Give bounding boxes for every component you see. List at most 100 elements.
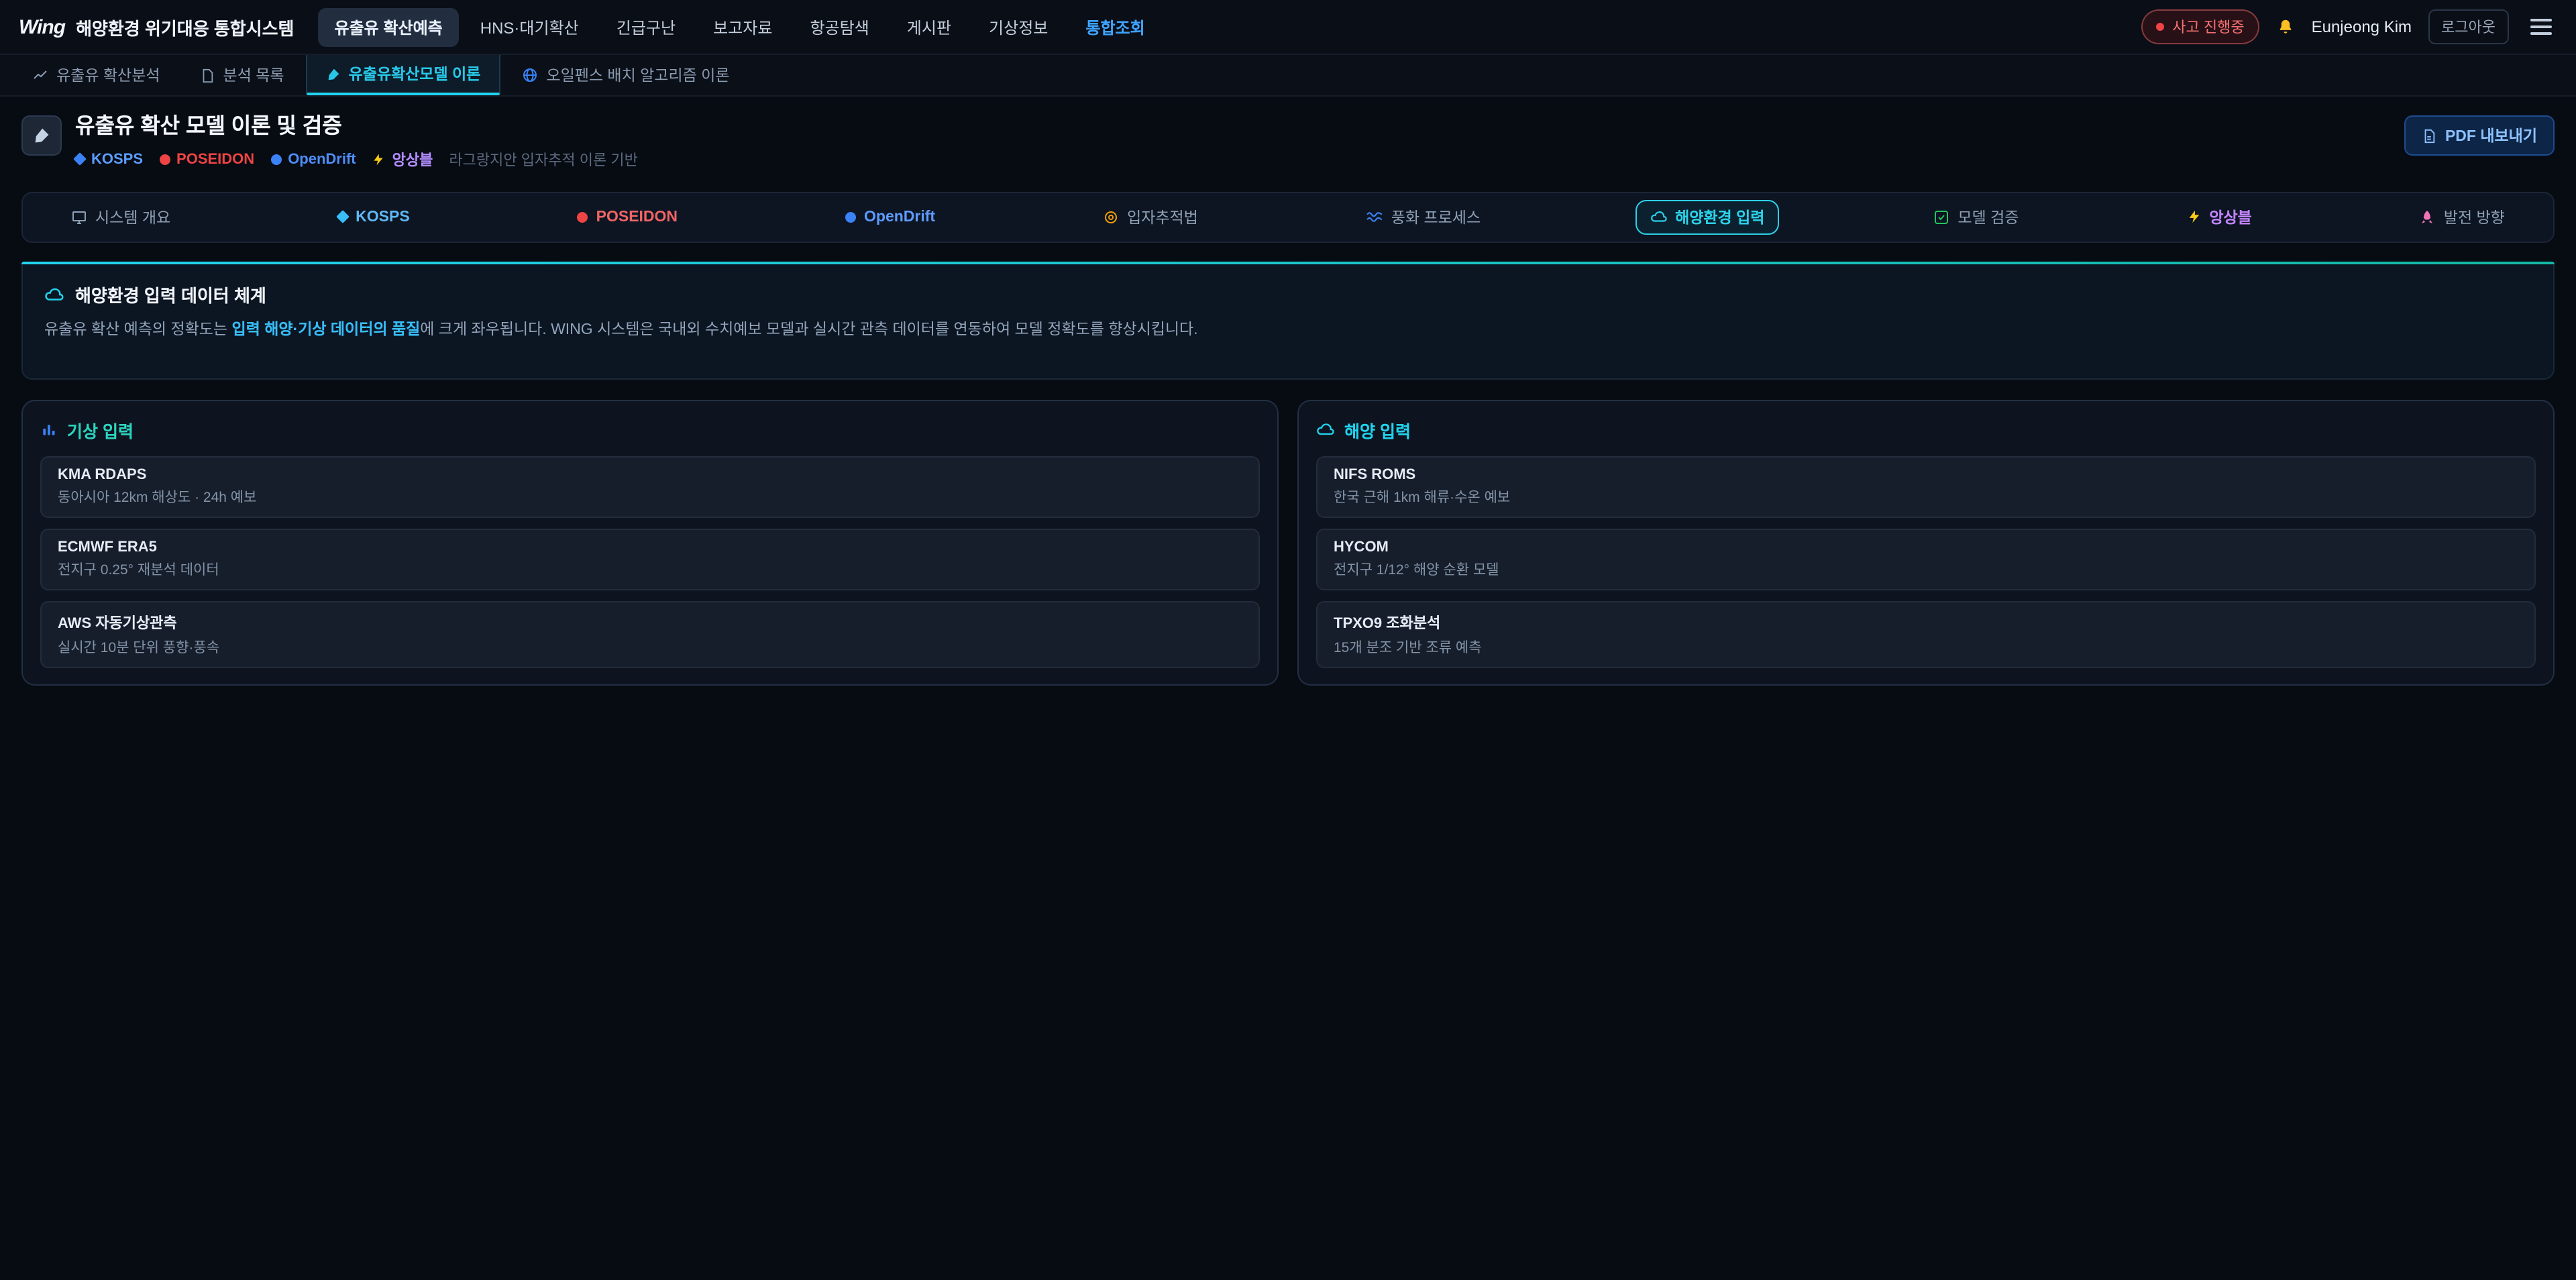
tab-model-validation[interactable]: 모델 검증 bbox=[1920, 201, 2032, 233]
data-source-desc: 전지구 1/12° 해양 순환 모델 bbox=[1334, 559, 2518, 580]
rocket-icon bbox=[2420, 209, 2436, 225]
data-source-name: KMA RDAPS bbox=[58, 467, 1242, 483]
weather-input-card: 기상 입력 KMA RDAPS 동아시아 12km 해상도 · 24h 예보 E… bbox=[21, 400, 1279, 686]
tab-future-direction[interactable]: 발전 방향 bbox=[2406, 201, 2518, 233]
subtab-bar: 유출유 확산분석 분석 목록 유출유확산모델 이론 오일펜스 배치 알고리즘 이… bbox=[0, 55, 2576, 97]
globe-icon bbox=[522, 67, 538, 83]
subtab-oil-fence-algorithm[interactable]: 오일펜스 배치 알고리즘 이론 bbox=[503, 55, 748, 95]
tab-ensemble[interactable]: 앙상블 bbox=[2173, 201, 2265, 233]
badge-label: KOSPS bbox=[91, 151, 143, 167]
tab-system-overview[interactable]: 시스템 개요 bbox=[58, 201, 184, 233]
target-icon bbox=[1103, 209, 1119, 225]
pdf-document-icon bbox=[2422, 128, 2437, 143]
data-source-name: ECMWF ERA5 bbox=[58, 539, 1242, 555]
main-content: 유출유 확산 모델 이론 및 검증 KOSPS POSEIDON Open bbox=[0, 97, 2576, 686]
tab-marine-environment-input[interactable]: 해양환경 입력 bbox=[1635, 199, 1779, 234]
list-item[interactable]: TPXO9 조화분석 15개 분조 기반 조류 예측 bbox=[1316, 601, 2536, 668]
ocean-card-header: 해양 입력 bbox=[1316, 417, 2536, 443]
nav-item-emergency-rescue[interactable]: 긴급구난 bbox=[600, 7, 692, 46]
line-chart-icon bbox=[32, 67, 48, 83]
tab-poseidon[interactable]: POSEIDON bbox=[564, 203, 691, 230]
nav-item-integrated-search[interactable]: 통합조회 bbox=[1069, 7, 1161, 46]
logout-button[interactable]: 로그아웃 bbox=[2428, 9, 2509, 44]
data-source-name: AWS 자동기상관측 bbox=[58, 612, 1242, 633]
diamond-icon bbox=[336, 210, 350, 223]
tab-label: 해양환경 입력 bbox=[1675, 206, 1764, 227]
menu-icon[interactable] bbox=[2525, 13, 2557, 40]
subtab-analysis-list[interactable]: 분석 목록 bbox=[182, 55, 303, 95]
data-source-name: NIFS ROMS bbox=[1334, 467, 2518, 483]
data-source-desc: 한국 근해 1km 해류·수온 예보 bbox=[1334, 487, 2518, 507]
list-item[interactable]: NIFS ROMS 한국 근해 1km 해류·수온 예보 bbox=[1316, 456, 2536, 518]
weather-card-header: 기상 입력 bbox=[40, 417, 1260, 443]
pdf-export-label: PDF 내보내기 bbox=[2445, 125, 2537, 146]
data-source-desc: 전지구 0.25° 재분석 데이터 bbox=[58, 559, 1242, 580]
wing-logo: Wing bbox=[19, 15, 65, 38]
list-item[interactable]: HYCOM 전지구 1/12° 해양 순환 모델 bbox=[1316, 529, 2536, 590]
tab-label: 입자추적법 bbox=[1127, 206, 1198, 227]
model-badge-row: KOSPS POSEIDON OpenDrift bbox=[75, 148, 638, 170]
subtab-label: 분석 목록 bbox=[223, 64, 284, 86]
blue-dot-icon bbox=[845, 211, 856, 222]
lightning-icon bbox=[372, 152, 386, 166]
nav-item-reports[interactable]: 보고자료 bbox=[697, 7, 788, 46]
brand[interactable]: Wing 해양환경 위기대응 통합시스템 bbox=[19, 14, 294, 40]
nav-item-hns-dispersion[interactable]: HNS·대기확산 bbox=[464, 7, 595, 46]
page-header: 유출유 확산 모델 이론 및 검증 KOSPS POSEIDON Open bbox=[21, 115, 2555, 170]
bar-chart-icon bbox=[40, 421, 58, 439]
user-name: Eunjeong Kim bbox=[2312, 17, 2412, 36]
badge-opendrift: OpenDrift bbox=[270, 151, 356, 167]
nav-item-board[interactable]: 게시판 bbox=[891, 7, 967, 46]
nav-item-weather-info[interactable]: 기상정보 bbox=[973, 7, 1064, 46]
paragraph-highlight: 입력 해양·기상 데이터의 품질 bbox=[232, 321, 421, 337]
intro-panel: 해양환경 입력 데이터 체계 유출유 확산 예측의 정확도는 입력 해양·기상 … bbox=[21, 264, 2555, 380]
list-item[interactable]: AWS 자동기상관측 실시간 10분 단위 풍향·풍속 bbox=[40, 601, 1260, 668]
incident-badge-label: 사고 진행중 bbox=[2172, 16, 2244, 38]
list-item[interactable]: KMA RDAPS 동아시아 12km 해상도 · 24h 예보 bbox=[40, 456, 1260, 518]
subtab-spill-analysis[interactable]: 유출유 확산분석 bbox=[13, 55, 179, 95]
list-item[interactable]: ECMWF ERA5 전지구 0.25° 재분석 데이터 bbox=[40, 529, 1260, 590]
data-source-desc: 실시간 10분 단위 풍향·풍속 bbox=[58, 637, 1242, 657]
nav-item-oil-spill-forecast[interactable]: 유출유 확산예측 bbox=[319, 7, 459, 46]
notification-bell-icon[interactable] bbox=[2275, 17, 2296, 37]
tab-opendrift[interactable]: OpenDrift bbox=[832, 203, 949, 230]
main-nav: 유출유 확산예측 HNS·대기확산 긴급구난 보고자료 항공탐색 게시판 기상정… bbox=[319, 7, 2118, 46]
nav-item-aerial-search[interactable]: 항공탐색 bbox=[794, 7, 885, 46]
paragraph-text: 유출유 확산 예측의 정확도는 bbox=[44, 321, 232, 337]
tab-particle-tracking[interactable]: 입자추적법 bbox=[1089, 201, 1212, 233]
page-subtitle: 라그랑지안 입자추적 이론 기반 bbox=[449, 148, 637, 170]
card-title: 기상 입력 bbox=[67, 417, 133, 443]
check-square-icon bbox=[1933, 209, 1949, 225]
data-source-desc: 15개 분조 기반 조류 예측 bbox=[1334, 637, 2518, 657]
data-source-desc: 동아시아 12km 해상도 · 24h 예보 bbox=[58, 487, 1242, 507]
brand-title: 해양환경 위기대응 통합시스템 bbox=[76, 14, 294, 40]
incident-status-badge[interactable]: 사고 진행중 bbox=[2141, 9, 2259, 44]
tab-label: 풍화 프로세스 bbox=[1391, 206, 1481, 227]
page-title: 유출유 확산 모델 이론 및 검증 bbox=[75, 115, 638, 139]
tab-kosps[interactable]: KOSPS bbox=[325, 203, 423, 230]
pdf-export-button[interactable]: PDF 내보내기 bbox=[2405, 115, 2555, 156]
badge-label: POSEIDON bbox=[176, 151, 254, 167]
input-data-cards: 기상 입력 KMA RDAPS 동아시아 12km 해상도 · 24h 예보 E… bbox=[21, 400, 2555, 686]
subtab-model-theory[interactable]: 유출유확산모델 이론 bbox=[306, 55, 501, 95]
tab-label: OpenDrift bbox=[864, 209, 935, 225]
data-source-name: HYCOM bbox=[1334, 539, 2518, 555]
badge-ensemble: 앙상블 bbox=[372, 148, 433, 170]
tab-label: 발전 방향 bbox=[2444, 206, 2505, 227]
tab-label: POSEIDON bbox=[596, 209, 678, 225]
cloud-icon bbox=[1316, 421, 1335, 439]
blue-dot-icon bbox=[270, 154, 281, 164]
data-source-name: TPXO9 조화분석 bbox=[1334, 612, 2518, 633]
tab-weathering-process[interactable]: 풍화 프로세스 bbox=[1352, 201, 1494, 233]
intro-heading: 해양환경 입력 데이터 체계 bbox=[75, 281, 266, 307]
app-root: Wing 해양환경 위기대응 통합시스템 유출유 확산예측 HNS·대기확산 긴… bbox=[0, 0, 2576, 1280]
tab-label: KOSPS bbox=[356, 209, 410, 225]
subtab-label: 유출유 확산분석 bbox=[56, 64, 160, 86]
tab-label: 앙상블 bbox=[2209, 206, 2252, 227]
badge-label: 앙상블 bbox=[392, 148, 433, 170]
incident-dot-icon bbox=[2156, 23, 2164, 31]
intro-paragraph: 유출유 확산 예측의 정확도는 입력 해양·기상 데이터의 품질에 크게 좌우됩… bbox=[44, 319, 2532, 343]
subtab-label: 오일펜스 배치 알고리즘 이론 bbox=[546, 64, 729, 86]
badge-label: OpenDrift bbox=[288, 151, 356, 167]
pen-nib-icon-box bbox=[21, 115, 62, 156]
